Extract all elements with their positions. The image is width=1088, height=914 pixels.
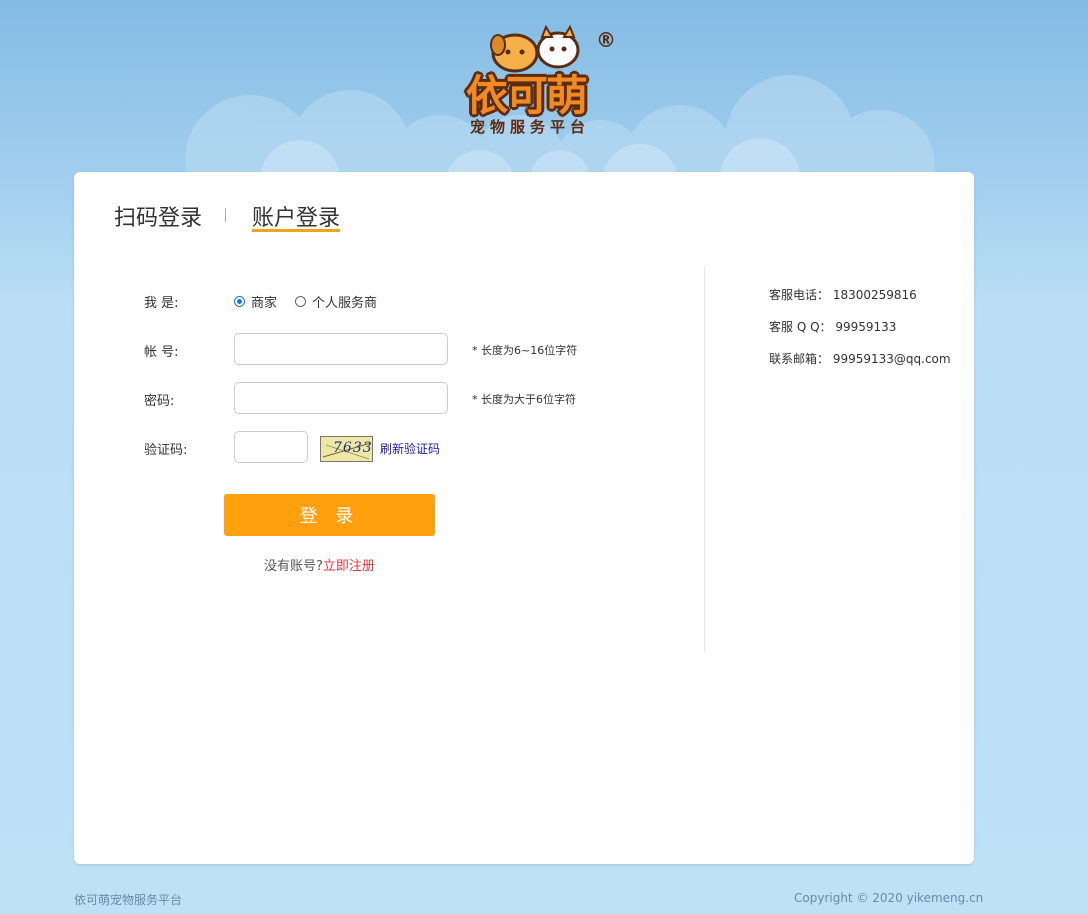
tab-qr-login[interactable]: 扫码登录	[114, 200, 202, 232]
contact-phone: 客服电话： 18300259816	[769, 288, 917, 302]
logo-title: 依可萌	[466, 71, 588, 120]
account-hint: * 长度为6~16位字符	[472, 344, 578, 357]
login-card: 扫码登录 账户登录 我 是: 商家 个人服务商 帐 号: * 长度为6~16位字…	[74, 172, 974, 864]
tab-account-login[interactable]: 账户登录	[252, 200, 340, 232]
active-tab-indicator	[252, 229, 340, 232]
captcha-input[interactable]	[234, 431, 308, 463]
register-prompt-line: 没有账号?立即注册	[264, 555, 375, 574]
vertical-divider	[704, 267, 705, 652]
captcha-label: 验证码:	[144, 443, 188, 458]
contact-qq: 客服 Q Q： 99959133	[769, 320, 897, 334]
register-prompt: 没有账号?	[264, 559, 323, 574]
captcha-text: 7633	[333, 440, 373, 456]
tab-separator	[225, 208, 226, 222]
account-label: 帐 号:	[144, 345, 179, 360]
radio-individual-provider[interactable]	[295, 296, 307, 307]
contact-email: 联系邮箱： 99959133@qq.com	[769, 352, 951, 366]
radio-merchant-label[interactable]: 商家	[251, 292, 277, 311]
login-button[interactable]: 登 录	[224, 494, 435, 536]
password-hint: * 长度为大于6位字符	[472, 393, 576, 406]
radio-individual-provider-label[interactable]: 个人服务商	[312, 292, 377, 311]
captcha-image[interactable]: 7633	[320, 436, 373, 462]
logo-subtitle: 宠物服务平台	[470, 118, 591, 136]
radio-merchant[interactable]	[234, 296, 245, 307]
role-label: 我 是:	[144, 296, 179, 311]
registered-mark: ®	[596, 28, 616, 52]
refresh-captcha-link[interactable]: 刷新验证码	[380, 440, 440, 457]
password-input[interactable]	[234, 382, 448, 414]
account-input[interactable]	[234, 333, 448, 365]
footer-copyright: Copyright © 2020 yikemeng.cn	[794, 891, 984, 905]
password-label: 密码:	[144, 394, 175, 409]
register-link[interactable]: 立即注册	[323, 559, 375, 574]
role-radio-group: 商家 个人服务商	[234, 292, 395, 311]
footer-site-name: 依可萌宠物服务平台	[74, 893, 183, 907]
